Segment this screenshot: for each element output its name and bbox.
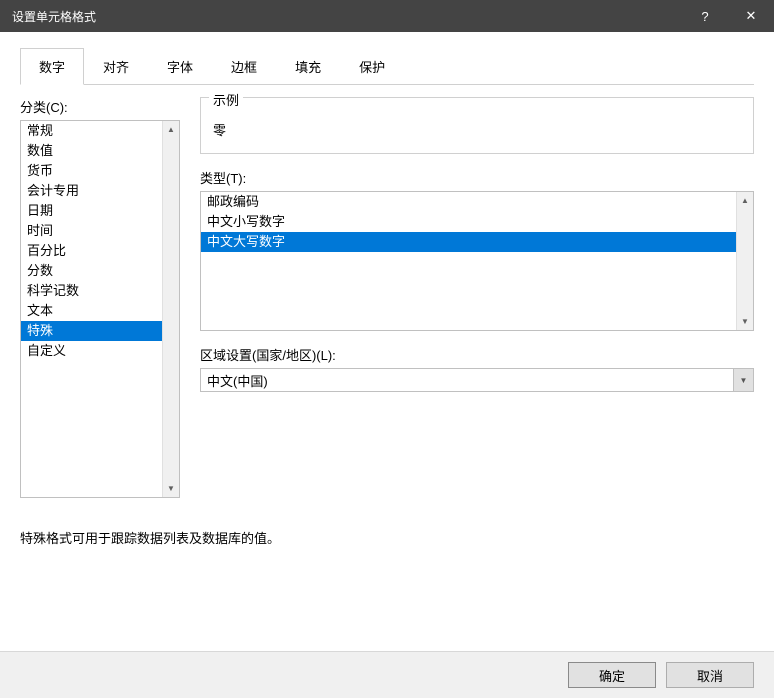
tab-2[interactable]: 字体 (148, 48, 212, 84)
list-item[interactable]: 常规 (21, 121, 179, 141)
list-item[interactable]: 百分比 (21, 241, 179, 261)
category-label: 分类(C): (20, 97, 180, 116)
category-listbox[interactable]: 常规数值货币会计专用日期时间百分比分数科学记数文本特殊自定义 ▲ ▼ (20, 120, 180, 498)
tab-0[interactable]: 数字 (20, 48, 84, 85)
scrollbar[interactable]: ▲ ▼ (162, 121, 179, 497)
list-item[interactable]: 分数 (21, 261, 179, 281)
sample-value: 零 (211, 116, 743, 143)
list-item[interactable]: 会计专用 (21, 181, 179, 201)
scroll-up-icon[interactable]: ▲ (163, 121, 179, 138)
tab-strip: 数字对齐字体边框填充保护 (20, 48, 754, 85)
list-item[interactable]: 时间 (21, 221, 179, 241)
tab-4[interactable]: 填充 (276, 48, 340, 84)
dialog-title: 设置单元格格式 (12, 8, 682, 25)
list-item[interactable]: 邮政编码 (201, 192, 753, 212)
sample-label: 示例 (209, 90, 243, 109)
locale-label: 区域设置(国家/地区)(L): (200, 345, 754, 364)
dialog-footer: 确定 取消 (0, 651, 774, 698)
scroll-down-icon[interactable]: ▼ (737, 313, 753, 330)
close-button[interactable]: ✕ (728, 0, 774, 32)
list-item[interactable]: 数值 (21, 141, 179, 161)
type-listbox[interactable]: 邮政编码中文小写数字中文大写数字 ▲ ▼ (200, 191, 754, 331)
scroll-down-icon[interactable]: ▼ (163, 480, 179, 497)
sample-group: 示例 零 (200, 97, 754, 154)
chevron-down-icon[interactable]: ▼ (733, 369, 753, 391)
locale-combobox[interactable]: 中文(中国) ▼ (200, 368, 754, 392)
list-item[interactable]: 日期 (21, 201, 179, 221)
tab-1[interactable]: 对齐 (84, 48, 148, 84)
list-item[interactable]: 特殊 (21, 321, 179, 341)
list-item[interactable]: 中文小写数字 (201, 212, 753, 232)
help-button[interactable]: ? (682, 0, 728, 32)
titlebar: 设置单元格格式 ? ✕ (0, 0, 774, 32)
scroll-up-icon[interactable]: ▲ (737, 192, 753, 209)
ok-button[interactable]: 确定 (568, 662, 656, 688)
list-item[interactable]: 科学记数 (21, 281, 179, 301)
hint-text: 特殊格式可用于跟踪数据列表及数据库的值。 (20, 528, 754, 547)
list-item[interactable]: 中文大写数字 (201, 232, 753, 252)
cancel-button[interactable]: 取消 (666, 662, 754, 688)
tab-3[interactable]: 边框 (212, 48, 276, 84)
scrollbar[interactable]: ▲ ▼ (736, 192, 753, 330)
locale-value: 中文(中国) (201, 371, 733, 390)
type-label: 类型(T): (200, 168, 754, 187)
list-item[interactable]: 文本 (21, 301, 179, 321)
tab-5[interactable]: 保护 (340, 48, 404, 84)
list-item[interactable]: 货币 (21, 161, 179, 181)
list-item[interactable]: 自定义 (21, 341, 179, 361)
